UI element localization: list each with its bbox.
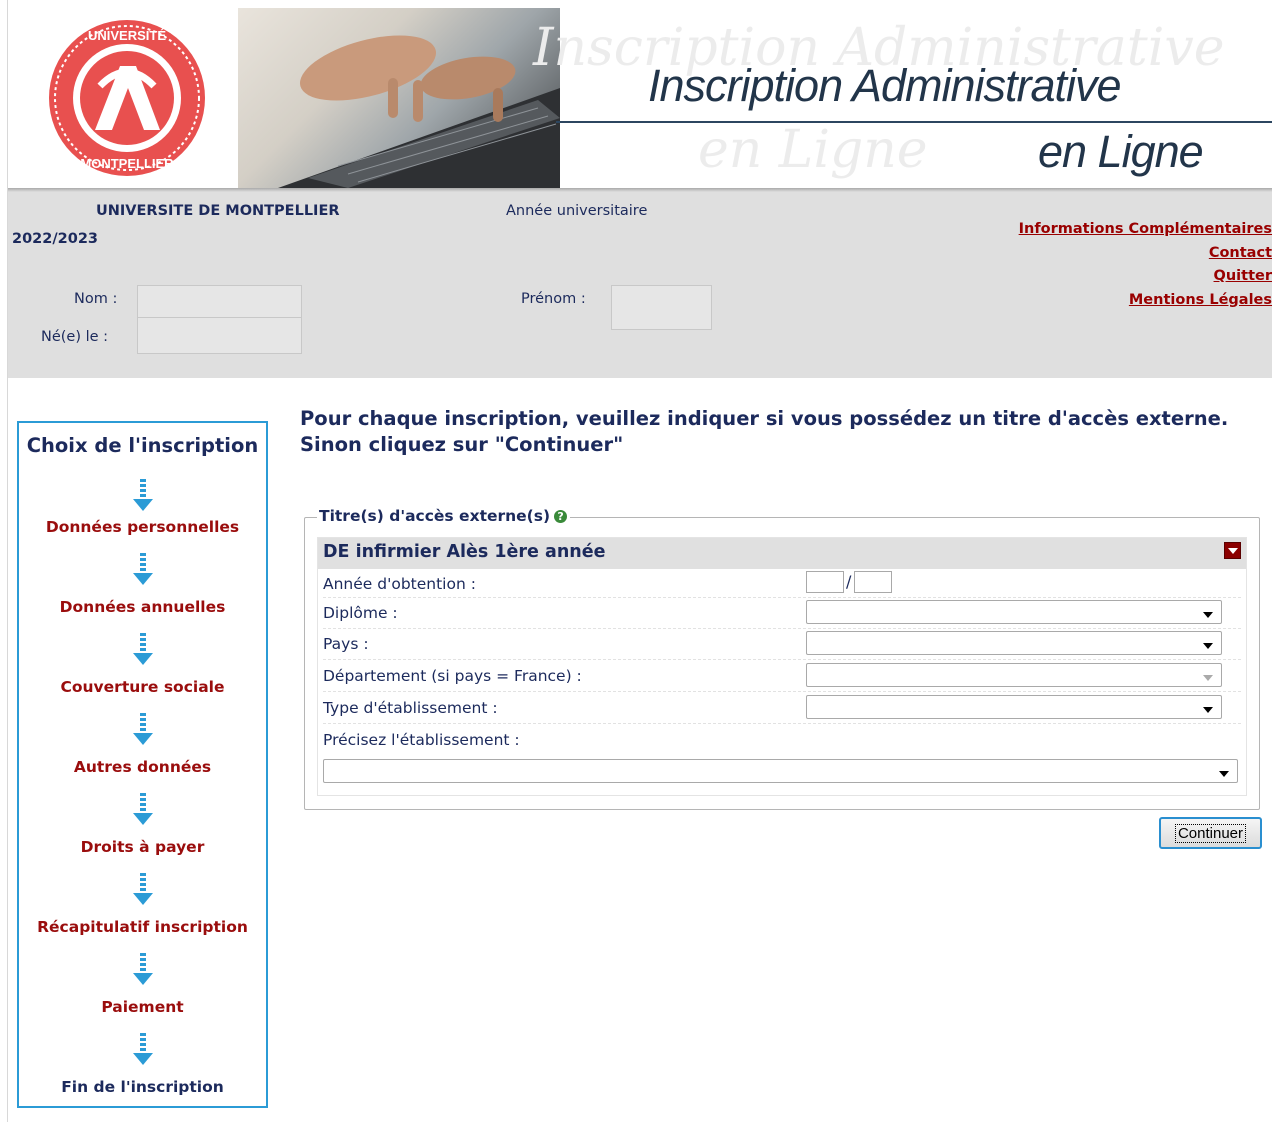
naissance-label: Né(e) le : — [41, 329, 109, 345]
university-name: UNIVERSITE DE MONTPELLIER — [96, 203, 340, 219]
step-arrow-icon — [133, 873, 153, 905]
type-etablissement-label: Type d'établissement : — [323, 699, 498, 717]
section-header: DE infirmier Alès 1ère année — [318, 538, 1246, 569]
diplome-select[interactable] — [806, 600, 1222, 624]
diplome-label: Diplôme : — [323, 604, 398, 622]
continue-button-label: Continuer — [1174, 823, 1247, 843]
fieldset-legend: Titre(s) d'accès externe(s)? — [317, 507, 571, 525]
nav-item-autres-donnees[interactable]: Autres données — [19, 758, 266, 776]
link-contact[interactable]: Contact — [1019, 242, 1272, 266]
banner-subtitle: en Ligne — [1038, 126, 1204, 177]
year-label: Année universitaire — [506, 203, 648, 219]
naissance-value-box — [137, 317, 302, 354]
chevron-down-icon — [1203, 643, 1213, 649]
instructions-line-1: Pour chaque inscription, veuillez indiqu… — [300, 407, 1229, 430]
chevron-down-icon — [1203, 675, 1213, 681]
logo-text-bottom: MONTPELLIER — [80, 156, 174, 171]
row-divider — [323, 723, 1241, 724]
nav-item-fin-inscription[interactable]: Fin de l'inscription — [19, 1078, 266, 1096]
row-divider — [323, 691, 1241, 692]
annee-obtention-end-input[interactable] — [854, 571, 892, 593]
nav-item-donnees-annuelles[interactable]: Données annuelles — [19, 598, 266, 616]
step-arrow-icon — [133, 713, 153, 745]
step-arrow-icon — [133, 793, 153, 825]
step-arrow-icon — [133, 553, 153, 585]
step-arrow-icon — [133, 633, 153, 665]
section-title: DE infirmier Alès 1ère année — [323, 542, 606, 562]
type-etablissement-select[interactable] — [806, 695, 1222, 719]
inscription-section: DE infirmier Alès 1ère année Année d'obt… — [317, 537, 1247, 796]
year-separator: / — [846, 572, 852, 591]
chevron-down-icon — [1203, 612, 1213, 618]
nav-title: Choix de l'inscription — [26, 434, 259, 457]
prenom-value-box — [611, 285, 712, 330]
legend-text: Titre(s) d'accès externe(s) — [319, 507, 551, 525]
keyboard-photo — [238, 8, 560, 188]
page-instructions: Pour chaque inscription, veuillez indiqu… — [300, 406, 1228, 458]
link-mentions-legales[interactable]: Mentions Légales — [1019, 289, 1272, 313]
instructions-line-2: Sinon cliquez sur "Continuer" — [300, 433, 624, 456]
etablissement-select[interactable] — [323, 759, 1238, 783]
banner-title: Inscription Administrative — [648, 60, 1122, 111]
chevron-down-icon — [1219, 771, 1229, 777]
nav-item-recapitulatif[interactable]: Récapitulatif inscription — [19, 918, 266, 936]
annee-obtention-start-input[interactable] — [806, 571, 844, 593]
link-quitter[interactable]: Quitter — [1019, 265, 1272, 289]
etablissement-label: Précisez l'établissement : — [323, 731, 520, 749]
student-info-panel: UNIVERSITE DE MONTPELLIER Année universi… — [8, 188, 1272, 378]
chevron-down-icon — [1203, 707, 1213, 713]
step-arrow-icon — [133, 953, 153, 985]
link-informations-complementaires[interactable]: Informations Complémentaires — [1019, 218, 1272, 242]
header-banner: UNIVERSITÉ MONTPELLIER Inscription Admin… — [8, 8, 1272, 188]
row-divider — [323, 597, 1241, 598]
row-divider — [323, 659, 1241, 660]
academic-year: 2022/2023 — [12, 231, 99, 247]
nav-item-donnees-personnelles[interactable]: Données personnelles — [19, 518, 266, 536]
banner-rule — [556, 121, 1272, 123]
pays-label: Pays : — [323, 635, 369, 653]
step-arrow-icon — [133, 1033, 153, 1065]
nav-item-droits-a-payer[interactable]: Droits à payer — [19, 838, 266, 856]
nav-item-paiement[interactable]: Paiement — [19, 998, 266, 1016]
help-icon[interactable]: ? — [554, 510, 568, 523]
nom-value-box — [137, 285, 302, 319]
pays-select[interactable] — [806, 631, 1222, 655]
row-divider — [323, 628, 1241, 629]
info-links: Informations Complémentaires Contact Qui… — [1019, 218, 1272, 312]
logo-text-top: UNIVERSITÉ — [88, 28, 166, 43]
annee-obtention-label: Année d'obtention : — [323, 575, 476, 593]
departement-label: Département (si pays = France) : — [323, 667, 582, 685]
nav-item-couverture-sociale[interactable]: Couverture sociale — [19, 678, 266, 696]
departement-select[interactable] — [806, 663, 1222, 687]
step-arrow-icon — [133, 479, 153, 511]
university-logo: UNIVERSITÉ MONTPELLIER — [49, 20, 205, 176]
collapse-toggle-icon[interactable] — [1224, 542, 1241, 559]
banner-watermark-2: en Ligne — [698, 120, 928, 180]
prenom-label: Prénom : — [521, 291, 586, 307]
inscription-steps-nav: Choix de l'inscription Données personnel… — [17, 421, 268, 1108]
nom-label: Nom : — [74, 291, 118, 307]
continue-button[interactable]: Continuer — [1159, 817, 1262, 849]
info-shadow — [8, 188, 1272, 192]
